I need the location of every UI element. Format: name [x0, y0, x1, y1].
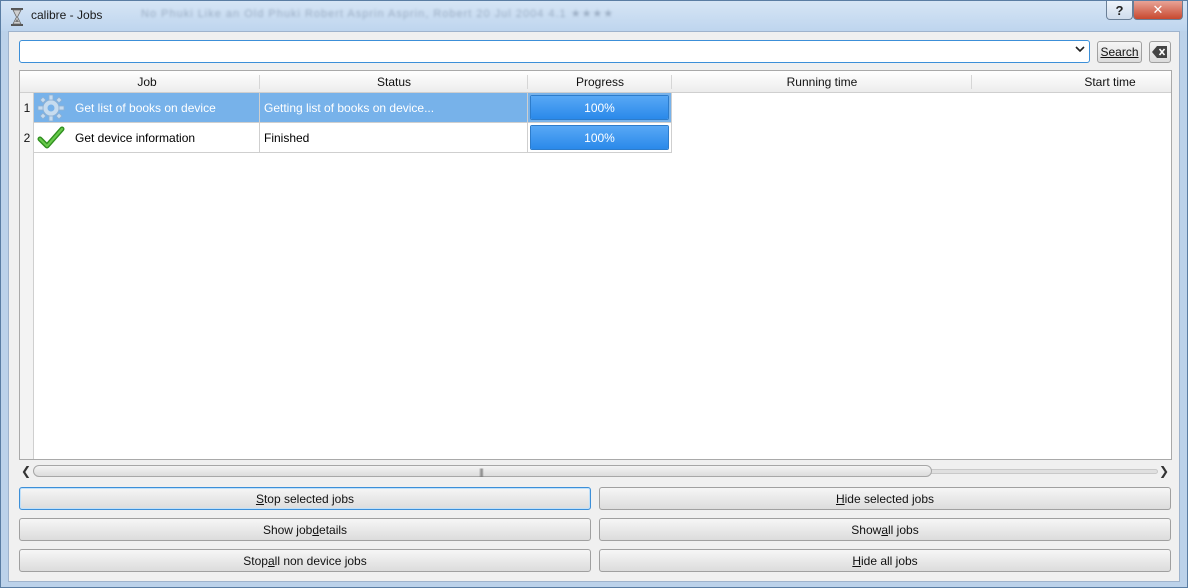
- row-number-gutter: 1 2: [20, 93, 34, 459]
- clear-search-button[interactable]: [1149, 41, 1171, 63]
- table-row-job-cell[interactable]: Get list of books on device: [34, 93, 260, 123]
- column-header-job[interactable]: Job: [34, 71, 260, 93]
- title-bar[interactable]: No Phuki Like an Old Phuki Robert Asprin…: [1, 1, 1187, 31]
- column-header-start-time[interactable]: Start time: [1050, 71, 1170, 93]
- progress-bar: 100%: [530, 125, 669, 150]
- column-header-running-time[interactable]: Running time: [672, 71, 972, 93]
- stop-selected-jobs-button[interactable]: Stop selected jobs: [19, 487, 591, 510]
- table-row-progress-cell[interactable]: 100%: [528, 123, 672, 153]
- horizontal-scrollbar[interactable]: ❮ ||| ❯: [19, 464, 1172, 479]
- stop-all-non-device-jobs-button[interactable]: Stop a ll non device jobs: [19, 549, 591, 572]
- show-all-jobs-button[interactable]: Show a ll jobs: [599, 518, 1171, 541]
- table-header: Job Status Progress Running time Start t…: [20, 71, 1171, 93]
- progress-label: 100%: [584, 131, 615, 145]
- window-title: calibre - Jobs: [31, 8, 103, 22]
- search-button[interactable]: Search: [1097, 41, 1142, 63]
- progress-label: 100%: [584, 101, 615, 115]
- grip-icon: |||: [479, 467, 484, 477]
- hide-selected-jobs-button[interactable]: Hide selected jobs: [599, 487, 1171, 510]
- background-window-text: No Phuki Like an Old Phuki Robert Asprin…: [141, 8, 615, 20]
- dialog-body: Search Job Status Progress Running time …: [8, 31, 1180, 582]
- check-icon: [37, 126, 65, 149]
- hourglass-icon: [11, 8, 23, 26]
- column-header-status[interactable]: Status: [260, 71, 528, 93]
- column-divider[interactable]: [971, 75, 972, 89]
- hide-all-jobs-button[interactable]: Hide all jobs: [599, 549, 1171, 572]
- chevron-down-icon[interactable]: [1075, 44, 1085, 56]
- table-row-status-cell[interactable]: Getting list of books on device...: [260, 93, 528, 123]
- table-row-status-cell[interactable]: Finished: [260, 123, 528, 153]
- scroll-thumb[interactable]: |||: [33, 465, 932, 477]
- search-input[interactable]: [22, 42, 1067, 61]
- show-job-details-button[interactable]: Show job d etails: [19, 518, 591, 541]
- scroll-left-icon[interactable]: ❮: [21, 464, 31, 478]
- jobs-table[interactable]: Job Status Progress Running time Start t…: [19, 70, 1172, 460]
- close-button[interactable]: ✕: [1133, 1, 1183, 20]
- help-button[interactable]: ?: [1106, 1, 1133, 20]
- progress-bar: 100%: [530, 95, 669, 120]
- job-name: Get list of books on device: [75, 101, 216, 115]
- jobs-window: No Phuki Like an Old Phuki Robert Asprin…: [0, 0, 1188, 588]
- job-name: Get device information: [75, 131, 196, 145]
- table-row-progress-cell[interactable]: 100%: [528, 93, 672, 123]
- row-number[interactable]: 1: [20, 93, 34, 123]
- row-number[interactable]: 2: [20, 123, 34, 153]
- table-row-job-cell[interactable]: Get device information: [34, 123, 260, 153]
- clear-text-icon: [1152, 46, 1167, 58]
- gear-icon: [37, 94, 65, 122]
- column-header-progress[interactable]: Progress: [528, 71, 672, 93]
- scroll-right-icon[interactable]: ❯: [1159, 464, 1169, 478]
- search-combobox[interactable]: [19, 40, 1090, 63]
